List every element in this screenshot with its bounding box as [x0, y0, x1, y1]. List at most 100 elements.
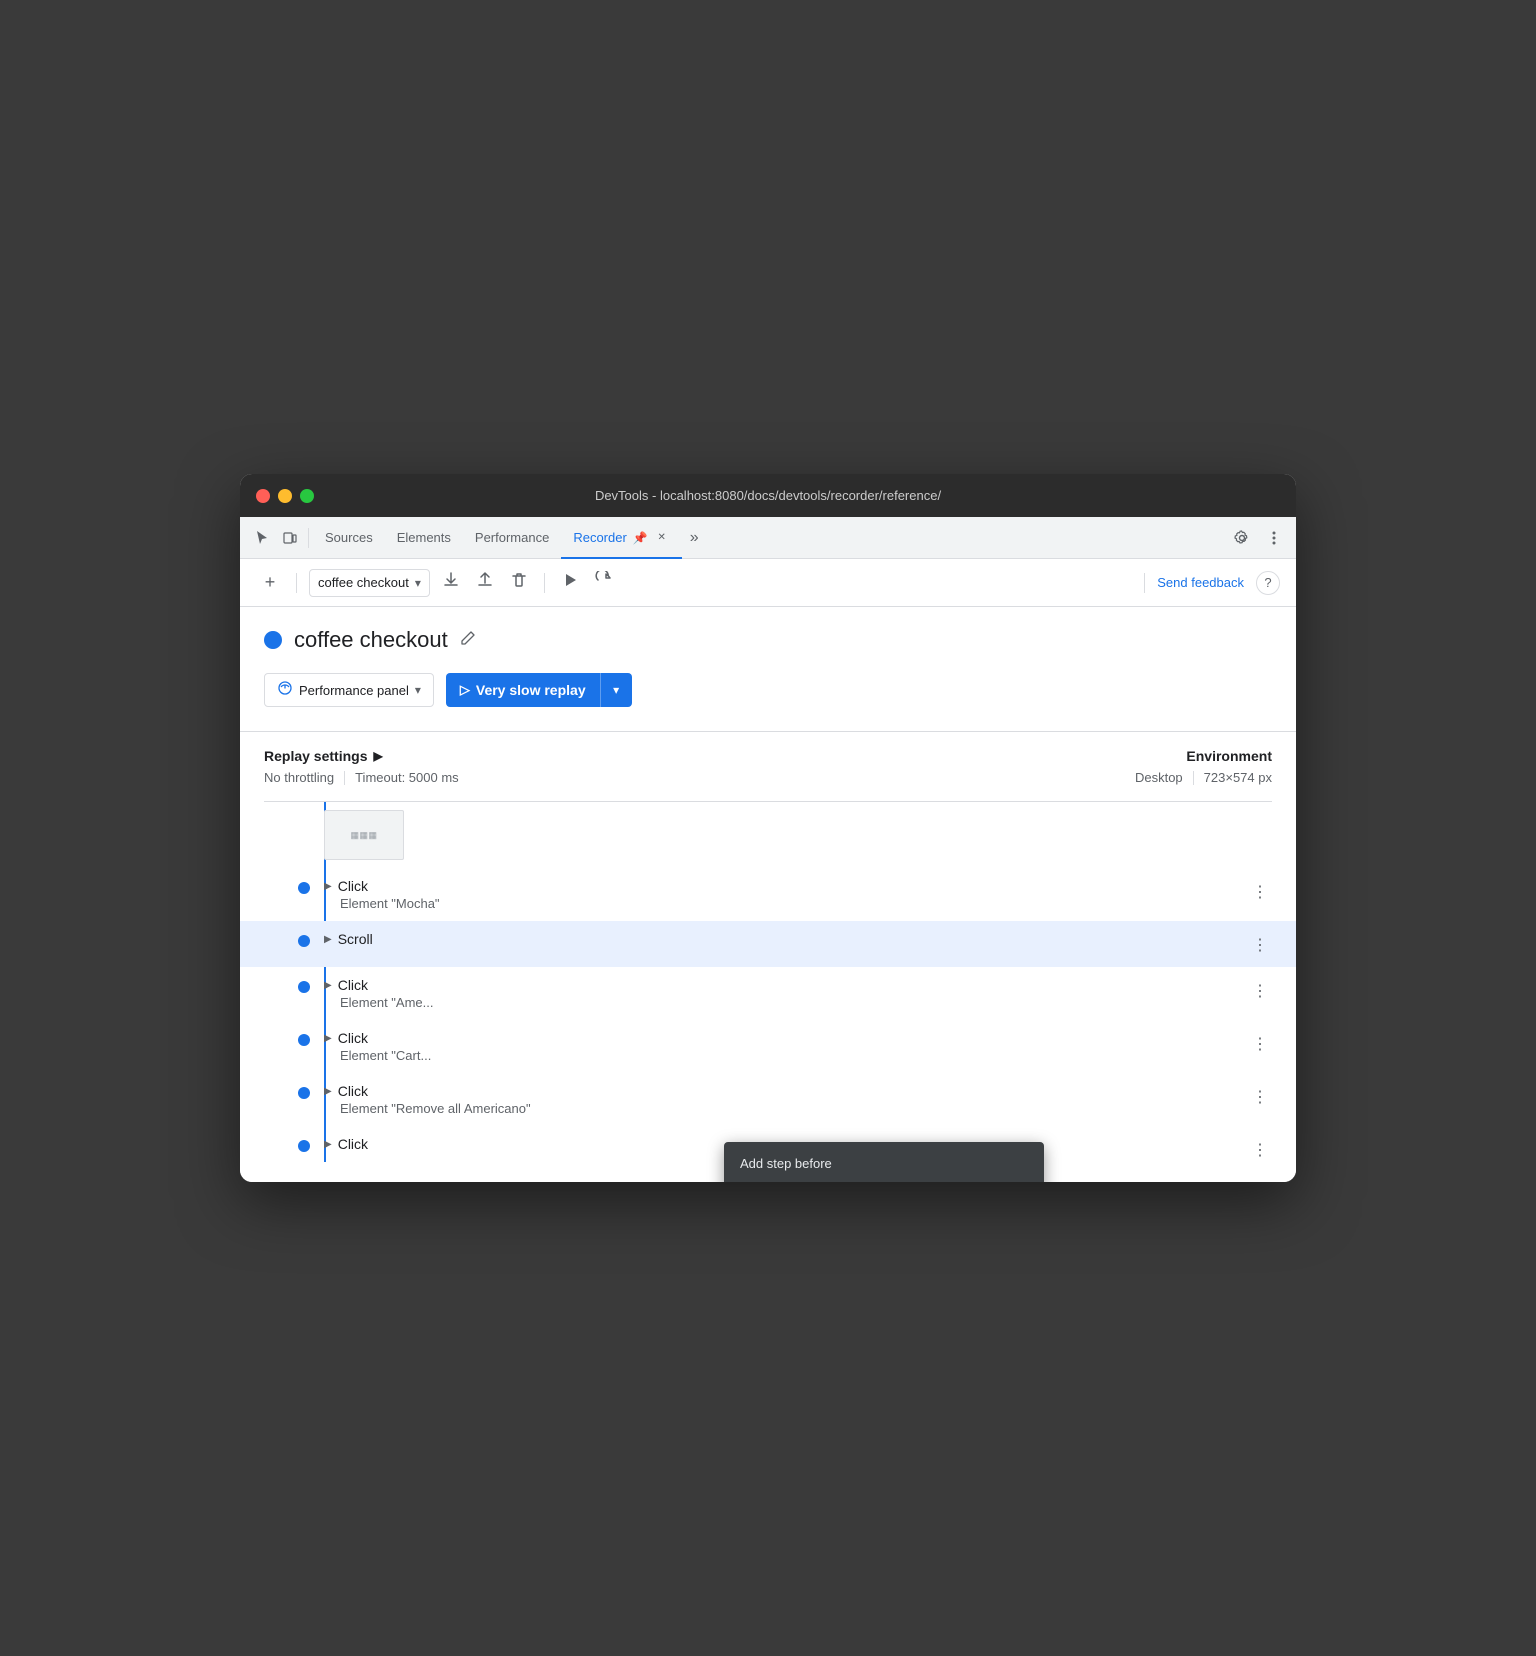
menu-item-add-step-after[interactable]: Add step after	[724, 1179, 1044, 1182]
help-button[interactable]: ?	[1256, 571, 1280, 595]
replay-recording-icon[interactable]	[557, 569, 583, 596]
replay-play-icon: ▷	[460, 682, 470, 698]
step-subtitle-4: Element "Cart...	[324, 1048, 1240, 1063]
step-main-2: ▶ Scroll	[324, 931, 1240, 947]
step-expand-icon-5: ▶	[324, 1086, 332, 1097]
tab-recorder[interactable]: Recorder 📌 ✕	[561, 517, 681, 559]
step-dot-4	[298, 1034, 310, 1046]
step-subtitle-3: Element "Ame...	[324, 995, 1240, 1010]
settings-left: Replay settings ▶ No throttling Timeout:…	[264, 748, 768, 785]
context-menu: Add step before Add step after Remove st…	[724, 1142, 1044, 1182]
step-title-3[interactable]: ▶ Click	[324, 977, 1240, 993]
device-icon[interactable]	[276, 524, 304, 552]
step-actions-1: ⋮	[1248, 878, 1272, 904]
step-dot-2	[298, 935, 310, 947]
maximize-button[interactable]	[300, 489, 314, 503]
step-dot-1	[298, 882, 310, 894]
step-actions-3: ⋮	[1248, 977, 1272, 1003]
minimize-button[interactable]	[278, 489, 292, 503]
performance-panel-icon	[277, 680, 293, 701]
toolbar-divider-1	[296, 573, 297, 593]
recorder-toolbar: + coffee checkout ▾	[240, 559, 1296, 607]
titlebar: DevTools - localhost:8080/docs/devtools/…	[240, 474, 1296, 517]
step-dot-wrapper-2	[264, 931, 324, 947]
step-menu-button-4[interactable]: ⋮	[1248, 1032, 1272, 1056]
step-title-4[interactable]: ▶ Click	[324, 1030, 1240, 1046]
step-menu-button-6[interactable]: ⋮	[1248, 1138, 1272, 1162]
step-menu-button-1[interactable]: ⋮	[1248, 880, 1272, 904]
recording-header: coffee checkout	[264, 627, 1272, 653]
tab-divider-1	[308, 528, 309, 548]
step-actions-5: ⋮	[1248, 1083, 1272, 1109]
performance-panel-button[interactable]: Performance panel ▾	[264, 673, 434, 707]
step-expand-icon-6: ▶	[324, 1139, 332, 1150]
replay-dropdown-button[interactable]: ▾	[600, 673, 632, 707]
recording-title: coffee checkout	[294, 627, 448, 653]
toolbar-divider-3	[1144, 573, 1145, 593]
tab-performance[interactable]: Performance	[463, 517, 561, 559]
env-value-divider	[1193, 771, 1194, 785]
settings-right: Environment Desktop 723×574 px	[768, 748, 1272, 785]
export-recording-icon[interactable]	[438, 569, 464, 596]
step-actions-4: ⋮	[1248, 1030, 1272, 1056]
record-again-icon[interactable]	[591, 569, 617, 596]
send-feedback-link[interactable]: Send feedback	[1157, 575, 1244, 590]
step-menu-button-3[interactable]: ⋮	[1248, 979, 1272, 1003]
step-item-click-ame: ▶ Click Element "Ame... ⋮	[264, 967, 1272, 1020]
step-title-2[interactable]: ▶ Scroll	[324, 931, 1240, 947]
step-main-3: ▶ Click Element "Ame...	[324, 977, 1240, 1010]
tab-sources[interactable]: Sources	[313, 517, 385, 559]
step-expand-icon-3: ▶	[324, 980, 332, 991]
dropdown-chevron-icon: ▾	[415, 576, 421, 590]
replay-button-group: ▷ Very slow replay ▾	[446, 673, 632, 707]
desktop-value: Desktop	[1135, 770, 1183, 785]
step-thumbnail: ▦▦▦	[324, 810, 404, 860]
delete-recording-icon[interactable]	[506, 569, 532, 596]
add-recording-button[interactable]: +	[256, 569, 284, 597]
more-options-icon[interactable]	[1260, 524, 1288, 552]
step-subtitle-1: Element "Mocha"	[324, 896, 1240, 911]
tab-elements[interactable]: Elements	[385, 517, 463, 559]
step-expand-icon-4: ▶	[324, 1033, 332, 1044]
step-dot-wrapper-1	[264, 878, 324, 894]
performance-panel-dropdown-icon: ▾	[415, 683, 421, 697]
replay-main-button[interactable]: ▷ Very slow replay	[446, 673, 600, 707]
toolbar-divider-2	[544, 573, 545, 593]
tabs-overflow-btn[interactable]: »	[682, 529, 707, 547]
settings-icon[interactable]	[1228, 524, 1256, 552]
steps-container: ▦▦▦ ▶ Click Element "Mocha" ⋮	[264, 802, 1272, 1162]
recording-selector[interactable]: coffee checkout ▾	[309, 569, 430, 597]
devtools-tabbar: Sources Elements Performance Recorder 📌 …	[240, 517, 1296, 559]
close-button[interactable]	[256, 489, 270, 503]
edit-title-icon[interactable]	[460, 630, 476, 651]
step-dot-3	[298, 981, 310, 993]
settings-values: No throttling Timeout: 5000 ms	[264, 770, 768, 785]
timeout-value: Timeout: 5000 ms	[355, 770, 459, 785]
thumbnail-row: ▦▦▦	[264, 802, 1272, 868]
step-menu-button-2[interactable]: ⋮	[1248, 933, 1272, 957]
thumbnail-spacer	[264, 810, 324, 860]
env-values: Desktop 723×574 px	[768, 770, 1272, 785]
import-recording-icon[interactable]	[472, 569, 498, 596]
toolbar-actions	[438, 569, 532, 596]
cursor-icon[interactable]	[248, 524, 276, 552]
step-actions-2: ⋮	[1248, 931, 1272, 957]
menu-item-add-step-before[interactable]: Add step before	[724, 1148, 1044, 1179]
step-title-1[interactable]: ▶ Click	[324, 878, 1240, 894]
throttling-value: No throttling	[264, 770, 334, 785]
recording-indicator	[264, 631, 282, 649]
performance-panel-label: Performance panel	[299, 683, 409, 698]
settings-expand-icon[interactable]: ▶	[373, 749, 382, 763]
step-actions-6: ⋮	[1248, 1136, 1272, 1162]
step-dot-5	[298, 1087, 310, 1099]
replay-chevron-icon: ▾	[613, 683, 619, 697]
replay-controls: Performance panel ▾ ▷ Very slow replay ▾	[264, 673, 1272, 707]
step-menu-button-5[interactable]: ⋮	[1248, 1085, 1272, 1109]
step-item-scroll: ▶ Scroll ⋮	[240, 921, 1296, 967]
step-dot-wrapper-5	[264, 1083, 324, 1099]
replay-settings-label: Replay settings ▶	[264, 748, 768, 764]
step-expand-icon-2: ▶	[324, 934, 332, 945]
step-title-5[interactable]: ▶ Click	[324, 1083, 1240, 1099]
step-item-click-cart: ▶ Click Element "Cart... ⋮	[264, 1020, 1272, 1073]
tab-close-icon[interactable]: ✕	[654, 530, 670, 546]
